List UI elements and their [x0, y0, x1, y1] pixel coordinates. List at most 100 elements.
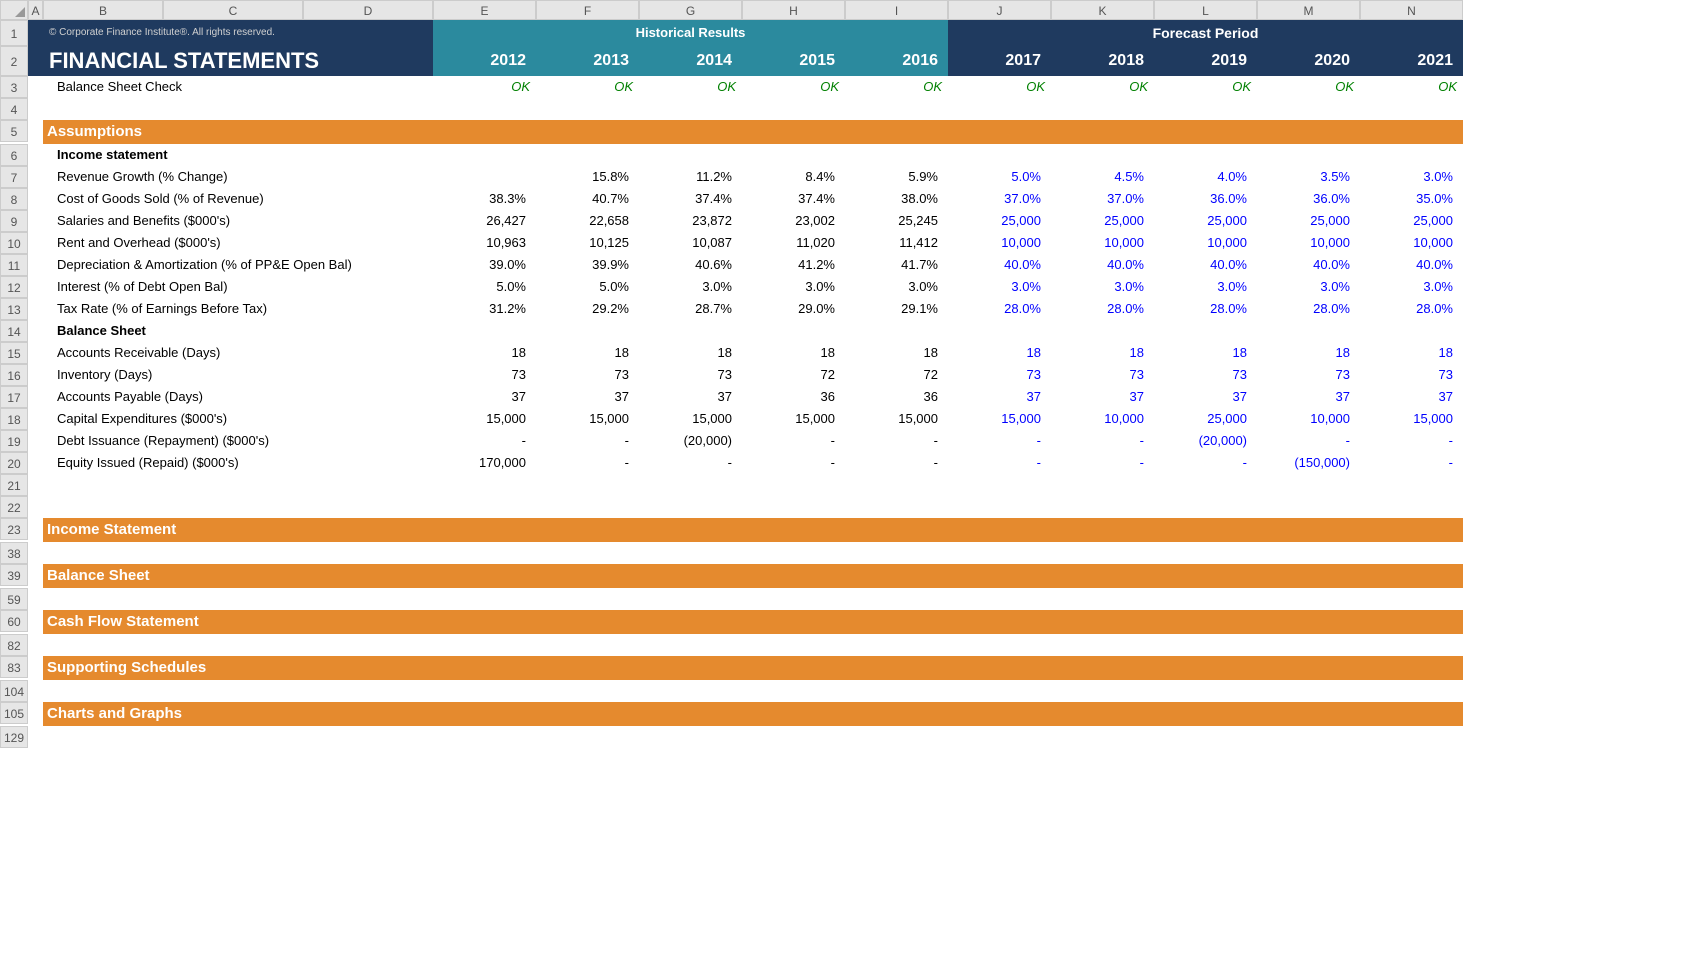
- cell[interactable]: 72: [845, 364, 948, 386]
- row-header[interactable]: 12: [0, 276, 28, 298]
- cell[interactable]: [28, 680, 1463, 702]
- year-2015[interactable]: 2015: [742, 46, 845, 76]
- row-header[interactable]: 7: [0, 166, 28, 188]
- cell[interactable]: [28, 20, 43, 46]
- row-header[interactable]: 11: [0, 254, 28, 276]
- row-header[interactable]: 59: [0, 588, 28, 610]
- cell[interactable]: 40.0%: [1154, 254, 1257, 276]
- label-capex[interactable]: Capital Expenditures ($000's): [43, 408, 433, 430]
- cell[interactable]: 18: [845, 342, 948, 364]
- section-charts[interactable]: Charts and Graphs: [43, 702, 1463, 726]
- cell[interactable]: [28, 320, 43, 342]
- cell[interactable]: (20,000): [639, 430, 742, 452]
- col-header-g[interactable]: G: [639, 0, 742, 20]
- row-header[interactable]: 22: [0, 496, 28, 518]
- cell[interactable]: 29.2%: [536, 298, 639, 320]
- cell[interactable]: (150,000): [1257, 452, 1360, 474]
- cell[interactable]: 3.0%: [1360, 166, 1463, 188]
- section-income-statement[interactable]: Income Statement: [43, 518, 1463, 542]
- cell[interactable]: 73: [948, 364, 1051, 386]
- year-2017[interactable]: 2017: [948, 46, 1051, 76]
- cell[interactable]: 35.0%: [1360, 188, 1463, 210]
- cell[interactable]: 3.0%: [1360, 276, 1463, 298]
- cell[interactable]: 18: [1257, 342, 1360, 364]
- cell[interactable]: 40.0%: [1360, 254, 1463, 276]
- year-2019[interactable]: 2019: [1154, 46, 1257, 76]
- col-header-j[interactable]: J: [948, 0, 1051, 20]
- row-header[interactable]: 60: [0, 610, 28, 632]
- row-header[interactable]: 18: [0, 408, 28, 430]
- cell[interactable]: 18: [1051, 342, 1154, 364]
- bs-check-2019[interactable]: OK: [1154, 76, 1257, 98]
- cell[interactable]: 41.7%: [845, 254, 948, 276]
- cell[interactable]: 11,020: [742, 232, 845, 254]
- cell[interactable]: 26,427: [433, 210, 536, 232]
- income-statement-header[interactable]: Income statement: [43, 144, 433, 166]
- cell[interactable]: -: [1360, 430, 1463, 452]
- row-header[interactable]: 2: [0, 46, 28, 76]
- bs-check-2017[interactable]: OK: [948, 76, 1051, 98]
- year-2016[interactable]: 2016: [845, 46, 948, 76]
- label-ar[interactable]: Accounts Receivable (Days): [43, 342, 433, 364]
- section-cash-flow[interactable]: Cash Flow Statement: [43, 610, 1463, 634]
- cell[interactable]: [28, 656, 43, 678]
- cell[interactable]: -: [536, 452, 639, 474]
- col-header-h[interactable]: H: [742, 0, 845, 20]
- cell[interactable]: 29.1%: [845, 298, 948, 320]
- cell[interactable]: 41.2%: [742, 254, 845, 276]
- bs-check-2021[interactable]: OK: [1360, 76, 1463, 98]
- col-header-a[interactable]: A: [28, 0, 43, 20]
- row-header[interactable]: 6: [0, 144, 28, 166]
- cell[interactable]: 18: [1154, 342, 1257, 364]
- section-balance-sheet[interactable]: Balance Sheet: [43, 564, 1463, 588]
- cell[interactable]: 25,000: [948, 210, 1051, 232]
- col-header-b[interactable]: B: [43, 0, 163, 20]
- cell[interactable]: [28, 702, 43, 724]
- cell[interactable]: [28, 386, 43, 408]
- cell[interactable]: 40.7%: [536, 188, 639, 210]
- cell[interactable]: 25,000: [1257, 210, 1360, 232]
- cell[interactable]: [28, 726, 1463, 748]
- cell[interactable]: 40.0%: [1051, 254, 1154, 276]
- cell[interactable]: 10,000: [1257, 408, 1360, 430]
- cell[interactable]: -: [1051, 452, 1154, 474]
- cell[interactable]: 39.0%: [433, 254, 536, 276]
- cell[interactable]: 4.5%: [1051, 166, 1154, 188]
- cell[interactable]: 25,000: [1360, 210, 1463, 232]
- cell[interactable]: -: [1360, 452, 1463, 474]
- bs-check-2012[interactable]: OK: [433, 76, 536, 98]
- cell[interactable]: 18: [433, 342, 536, 364]
- cell[interactable]: 72: [742, 364, 845, 386]
- cell[interactable]: 25,000: [1154, 408, 1257, 430]
- row-header[interactable]: 21: [0, 474, 28, 496]
- bs-check-2016[interactable]: OK: [845, 76, 948, 98]
- row-header[interactable]: 83: [0, 656, 28, 678]
- year-2012[interactable]: 2012: [433, 46, 536, 76]
- cell[interactable]: 10,000: [1051, 232, 1154, 254]
- cell[interactable]: 5.9%: [845, 166, 948, 188]
- row-header[interactable]: 10: [0, 232, 28, 254]
- cell[interactable]: 25,000: [1051, 210, 1154, 232]
- cell[interactable]: 73: [433, 364, 536, 386]
- cell[interactable]: 28.0%: [1360, 298, 1463, 320]
- cell[interactable]: 36.0%: [1154, 188, 1257, 210]
- cell[interactable]: 28.0%: [948, 298, 1051, 320]
- cell[interactable]: 38.0%: [845, 188, 948, 210]
- cell[interactable]: [433, 166, 536, 188]
- cell[interactable]: [28, 364, 43, 386]
- cell[interactable]: 11,412: [845, 232, 948, 254]
- cell[interactable]: 36: [742, 386, 845, 408]
- cell[interactable]: [28, 166, 43, 188]
- cell[interactable]: 37: [1360, 386, 1463, 408]
- row-header[interactable]: 23: [0, 518, 28, 540]
- cell[interactable]: [28, 430, 43, 452]
- label-cogs[interactable]: Cost of Goods Sold (% of Revenue): [43, 188, 433, 210]
- cell[interactable]: 37: [1257, 386, 1360, 408]
- cell[interactable]: 10,000: [1257, 232, 1360, 254]
- cell[interactable]: 23,002: [742, 210, 845, 232]
- cell[interactable]: [28, 474, 1463, 496]
- cell[interactable]: 37.4%: [742, 188, 845, 210]
- cell[interactable]: [433, 144, 1463, 166]
- cell[interactable]: 37.4%: [639, 188, 742, 210]
- cell[interactable]: 36: [845, 386, 948, 408]
